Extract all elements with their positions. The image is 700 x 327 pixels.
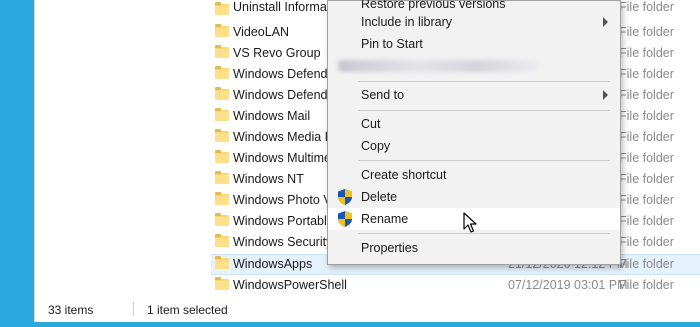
file-type: File folder: [619, 25, 674, 39]
menu-item-label: Include in library: [361, 15, 453, 29]
menu-separator: [358, 110, 610, 111]
menu-item-include-in-library[interactable]: Include in library: [328, 11, 620, 33]
folder-icon: [215, 129, 229, 142]
folder-icon: [215, 171, 229, 184]
menu-item-delete[interactable]: Delete: [328, 186, 620, 208]
menu-item-label: Delete: [361, 190, 398, 204]
folder-icon: [215, 150, 229, 163]
folder-icon: [215, 277, 229, 290]
menu-item-cut[interactable]: Cut: [328, 113, 620, 135]
file-type: File folder: [619, 151, 674, 165]
file-name: Uninstall Informat: [233, 0, 331, 14]
folder-icon: [215, 87, 229, 100]
chevron-right-icon: [603, 17, 608, 27]
file-type: File folder: [619, 67, 674, 81]
menu-item-label: Rename: [361, 212, 409, 226]
folder-icon: [215, 66, 229, 79]
menu-item-pin-to-start[interactable]: Pin to Start: [328, 33, 620, 55]
menu-item-label: Copy: [361, 139, 391, 153]
folder-icon: [215, 213, 229, 226]
folder-icon: [215, 192, 229, 205]
file-name: WindowsPowerShell: [233, 278, 347, 292]
file-name: Windows Media P: [233, 130, 334, 144]
file-type: File folder: [619, 109, 674, 123]
file-name: Windows Portable: [233, 214, 334, 228]
watermark: wsxdn.com: [618, 308, 674, 320]
file-type: File folder: [619, 278, 674, 292]
file-date: 07/12/2019 03:01 PM: [508, 278, 628, 292]
menu-item-copy[interactable]: Copy: [328, 135, 620, 157]
menu-separator: [358, 160, 610, 161]
file-type: File folder: [619, 0, 674, 14]
file-name: Windows Defende: [233, 88, 335, 102]
file-name: Windows Multime: [233, 151, 331, 165]
uac-shield-icon: [338, 189, 352, 205]
file-name: Windows Photo V: [233, 193, 332, 207]
menu-separator: [358, 81, 610, 82]
selection-count: 1 item selected: [147, 303, 228, 317]
item-count: 33 items: [48, 303, 94, 317]
folder-icon: [215, 108, 229, 121]
menu-item-blurred[interactable]: [328, 55, 620, 77]
file-name: VS Revo Group: [233, 46, 321, 60]
file-name: WindowsApps: [233, 257, 313, 271]
file-type: File folder: [619, 193, 674, 207]
file-row[interactable]: WindowsPowerShell 07/12/2019 03:01 PM Fi…: [211, 275, 700, 296]
folder-icon: [215, 234, 229, 247]
folder-icon: [215, 2, 229, 15]
file-type: File folder: [619, 235, 674, 249]
menu-item-label: Restore previous versions: [361, 0, 506, 11]
uac-shield-icon: [338, 211, 352, 227]
status-bar: 33 items 1 item selected: [35, 298, 700, 320]
folder-icon: [215, 256, 229, 269]
file-type: File folder: [619, 214, 674, 228]
chevron-right-icon: [603, 90, 608, 100]
file-name: Windows Mail: [233, 109, 311, 123]
menu-item-label: Send to: [361, 88, 405, 102]
file-name: Windows Defende: [233, 67, 335, 81]
file-type: File folder: [619, 172, 674, 186]
file-type: File folder: [619, 257, 674, 271]
menu-item-label: Pin to Start: [361, 37, 423, 51]
menu-item-send-to[interactable]: Send to: [328, 84, 620, 106]
menu-item-properties[interactable]: Properties: [328, 237, 620, 259]
file-type: File folder: [619, 88, 674, 102]
menu-item-create-shortcut[interactable]: Create shortcut: [328, 164, 620, 186]
file-name: Windows Security: [233, 235, 333, 249]
menu-item-label: Cut: [361, 117, 381, 131]
folder-icon: [215, 45, 229, 58]
file-name: Windows NT: [233, 172, 304, 186]
mouse-pointer-icon: [463, 212, 477, 233]
menu-separator: [358, 233, 610, 234]
file-type: File folder: [619, 130, 674, 144]
status-divider: [133, 302, 134, 316]
blurred-content: [338, 60, 538, 72]
menu-item-label: Properties: [361, 241, 418, 255]
file-type: File folder: [619, 46, 674, 60]
folder-icon: [215, 24, 229, 37]
menu-item-label: Create shortcut: [361, 168, 447, 182]
file-name: VideoLAN: [233, 25, 290, 39]
